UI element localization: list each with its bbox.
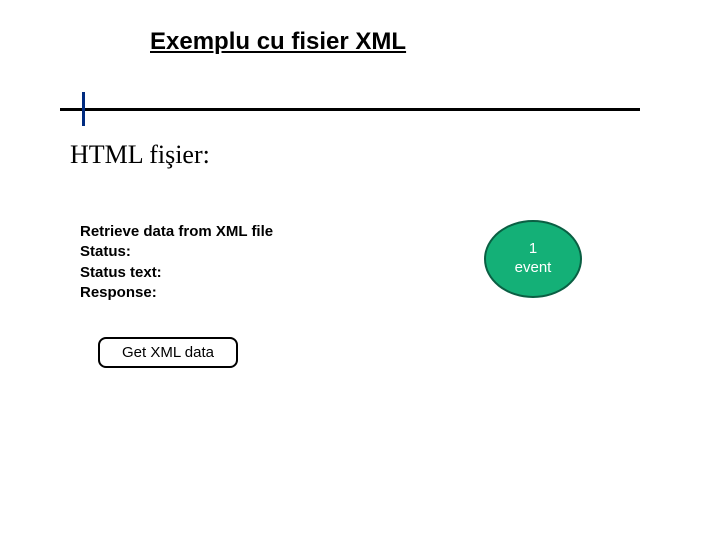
event-count-badge: 1 event (484, 220, 582, 298)
slide-title: Exemplu cu fisier XML (150, 28, 406, 56)
info-line-retrieve: Retrieve data from XML file (80, 222, 273, 242)
button-container: Get XML data (98, 337, 238, 368)
info-line-status-text: Status text: (80, 263, 273, 283)
get-xml-data-button[interactable]: Get XML data (98, 337, 238, 368)
badge-label: event (515, 259, 552, 278)
info-block: Retrieve data from XML file Status: Stat… (80, 222, 273, 303)
info-line-response: Response: (80, 283, 273, 303)
badge-count: 1 (529, 240, 537, 259)
horizontal-rule (60, 108, 640, 111)
section-heading: HTML fişier: (70, 140, 210, 170)
info-line-status: Status: (80, 242, 273, 262)
vertical-accent (82, 92, 85, 126)
